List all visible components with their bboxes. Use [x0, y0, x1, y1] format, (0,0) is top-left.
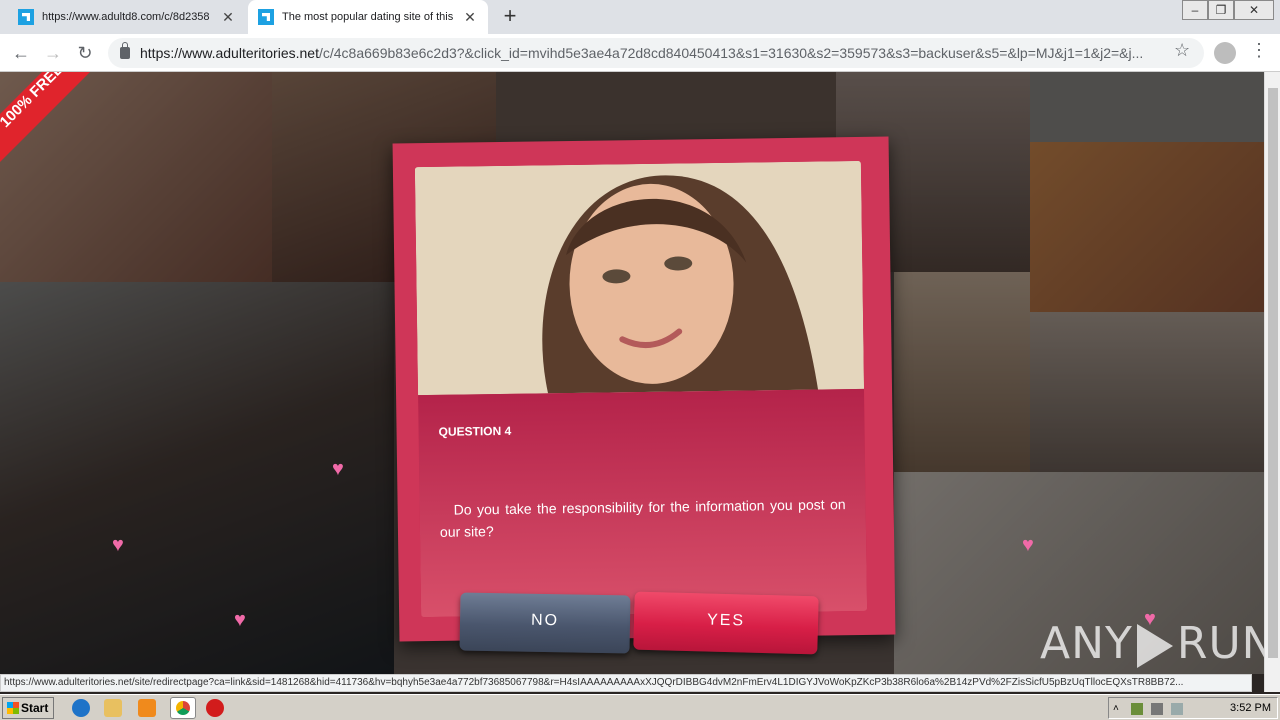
kebab-menu-icon[interactable]: ⋮	[1250, 40, 1268, 61]
bookmark-star-icon[interactable]: ☆	[1174, 40, 1190, 61]
media-player-icon[interactable]	[138, 699, 156, 717]
tab-dating-site[interactable]: The most popular dating site of this ✕	[248, 0, 488, 34]
watermark-left-text: ANY	[1040, 618, 1133, 669]
tab-strip: https://www.adultd8.com/c/8d2358 ✕ The m…	[0, 0, 1280, 34]
question-panel: QUESTION 4 Do you take the responsibilit…	[418, 388, 868, 618]
yes-button[interactable]: YES	[633, 591, 819, 655]
taskbar-clock: 3:52 PM	[1230, 702, 1271, 714]
tray-expand-icon[interactable]: ˄	[1113, 703, 1125, 715]
url-text: https://www.adulteritories.net/c/4c8a669…	[140, 45, 1144, 61]
system-tray: ˄ 3:52 PM	[1108, 697, 1278, 719]
site-favicon-icon	[18, 9, 34, 25]
background-photo	[496, 72, 836, 142]
site-favicon-icon	[258, 9, 274, 25]
ie-icon[interactable]	[72, 699, 90, 717]
background-photo	[1030, 72, 1264, 142]
tab-title: The most popular dating site of this	[282, 11, 454, 23]
flag-icon[interactable]	[1171, 703, 1183, 715]
watermark-right-text: RUN	[1176, 618, 1276, 669]
modal-card: QUESTION 4 Do you take the responsibilit…	[414, 160, 868, 618]
background-photo	[1030, 142, 1264, 312]
window-close-icon[interactable]: ✕	[1234, 0, 1274, 20]
profile-photo	[414, 160, 865, 396]
network-icon[interactable]	[1131, 703, 1143, 715]
tab-title: https://www.adultd8.com/c/8d2358	[42, 11, 210, 23]
heart-icon: ♥	[1022, 534, 1034, 556]
restore-icon[interactable]: ❐	[1208, 0, 1234, 20]
page-scrollbar[interactable]	[1264, 72, 1280, 692]
new-tab-plus-icon[interactable]: +	[498, 4, 522, 28]
tab-close-icon[interactable]: ✕	[462, 9, 478, 26]
background-photo	[1030, 312, 1264, 472]
woman-portrait-image	[414, 160, 865, 396]
scrollbar-thumb[interactable]	[1268, 88, 1278, 658]
question-text: Do you take the responsibility for the i…	[439, 496, 846, 540]
folder-icon[interactable]	[104, 699, 122, 717]
address-bar[interactable]: https://www.adulteritories.net/c/4c8a669…	[108, 38, 1204, 68]
profile-avatar-icon[interactable]	[1214, 42, 1236, 64]
lock-icon	[120, 42, 130, 59]
back-arrow-icon[interactable]: ←	[8, 40, 34, 66]
heart-icon: ♥	[332, 458, 344, 480]
volume-icon[interactable]	[1151, 703, 1163, 715]
status-bar-url: https://www.adulteritories.net/site/redi…	[0, 674, 1252, 692]
background-photo	[894, 272, 1030, 472]
forward-arrow-icon[interactable]: →	[40, 40, 66, 66]
play-icon	[1136, 624, 1173, 668]
taskbar: Start ˄ 3:52 PM	[0, 694, 1280, 720]
tab-adultd8[interactable]: https://www.adultd8.com/c/8d2358 ✕	[8, 0, 246, 34]
tab-close-icon[interactable]: ✕	[220, 9, 236, 26]
opera-icon[interactable]	[206, 699, 224, 717]
question-number: QUESTION 4	[438, 423, 512, 439]
heart-icon: ♥	[234, 609, 246, 631]
chrome-taskbar-button[interactable]	[170, 697, 196, 719]
reload-icon[interactable]: ↻	[72, 40, 98, 66]
heart-icon: ♥	[112, 534, 124, 556]
question-modal: QUESTION 4 Do you take the responsibilit…	[392, 136, 896, 642]
anyrun-watermark: ANY RUN	[1040, 618, 1276, 669]
minimize-icon[interactable]: –	[1182, 0, 1208, 20]
start-button[interactable]: Start	[2, 697, 54, 719]
chrome-icon	[176, 701, 190, 715]
no-button[interactable]: NO	[459, 592, 631, 654]
browser-toolbar: ← → ↻ https://www.adulteritories.net/c/4…	[0, 34, 1280, 72]
